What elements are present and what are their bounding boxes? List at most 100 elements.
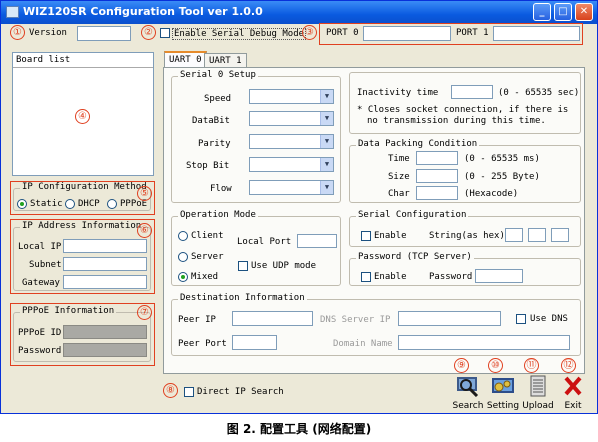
mixed-label: Mixed [191,272,219,282]
password-field[interactable] [475,269,523,283]
peer-port-label: Peer Port [178,339,227,349]
search-label: Search [452,401,484,411]
mixed-radio[interactable] [178,272,188,282]
client-label: Client [191,231,224,241]
marker-9: ⑨ [454,358,469,373]
direct-ip-label: Direct IP Search [197,387,284,397]
hex-field-1[interactable] [505,228,523,242]
local-port-field[interactable] [297,234,337,248]
static-radio[interactable] [17,199,27,209]
inactivity-field[interactable] [451,85,493,99]
use-dns-checkbox[interactable] [516,314,526,324]
speed-select[interactable]: ▼ [249,89,334,104]
static-label: Static [30,199,63,209]
peer-port-field[interactable] [232,335,277,350]
chevron-down-icon: ▼ [320,112,333,125]
maximize-button[interactable]: □ [554,3,572,21]
setting-label: Setting [486,401,520,411]
pppoe-title: PPPoE Information [20,306,117,316]
port1-label: PORT 1 [456,28,489,38]
debug-mode-label: Enable Serial Debug Mode [172,28,307,40]
port1-field[interactable] [493,26,580,41]
hex-field-2[interactable] [528,228,546,242]
server-radio[interactable] [178,252,188,262]
parity-select[interactable]: ▼ [249,134,334,149]
client-radio[interactable] [178,231,188,241]
debug-mode-checkbox[interactable] [160,28,170,38]
databit-select[interactable]: ▼ [249,111,334,126]
udp-checkbox[interactable] [238,261,248,271]
inactivity-range: (0 - 65535 sec) [498,88,580,98]
time-range: (0 - 65535 ms) [464,154,540,164]
tab-uart1[interactable]: UART 1 [204,53,247,68]
gateway-field[interactable] [63,275,147,289]
operation-title: Operation Mode [178,210,258,220]
chevron-down-icon: ▼ [320,135,333,148]
udp-label: Use UDP mode [251,261,317,271]
pppoe-id-field[interactable] [63,325,147,339]
title-bar: WIZ120SR Configuration Tool ver 1.0.0 _ … [1,1,597,24]
packing-title: Data Packing Condition [356,139,480,149]
marker-10: ⑩ [488,358,503,373]
upload-icon [530,375,546,397]
domain-field[interactable] [398,335,570,350]
flow-label: Flow [210,184,232,194]
chevron-down-icon: ▼ [320,158,333,171]
flow-select[interactable]: ▼ [249,180,334,195]
local-port-label: Local Port [237,237,292,247]
setting-button[interactable]: Setting [486,375,520,411]
time-field[interactable] [416,151,458,165]
dhcp-radio[interactable] [65,199,75,209]
port0-field[interactable] [363,26,451,41]
stopbit-select[interactable]: ▼ [249,157,334,172]
size-field[interactable] [416,169,458,183]
pppoe-radio[interactable] [107,199,117,209]
port0-label: PORT 0 [326,28,359,38]
dns-ip-field[interactable] [398,311,501,326]
search-button[interactable]: Search [451,375,485,411]
marker-11: ⑪ [524,358,539,373]
direct-ip-checkbox[interactable] [184,387,194,397]
char-note: (Hexacode) [464,189,519,199]
marker-7: ⑦ [137,305,152,320]
window-title: WIZ120SR Configuration Tool ver 1.0.0 [23,5,263,18]
use-dns-label: Use DNS [530,314,568,324]
serial-setup-title: Serial 0 Setup [178,70,258,80]
subnet-field[interactable] [63,257,147,271]
upload-label: Upload [522,401,554,411]
version-field[interactable] [77,26,131,41]
ip-info-title: IP Address Information [20,221,144,231]
setting-icon [492,378,514,393]
parity-label: Parity [198,139,231,149]
minimize-button[interactable]: _ [533,3,551,21]
databit-label: DataBit [192,116,230,126]
local-ip-label: Local IP [18,242,62,252]
string-hex-label: String(as hex) [429,231,505,241]
pppoe-password-label: Password [18,346,62,356]
local-ip-field[interactable] [63,239,147,253]
serial-config-title: Serial Configuration [356,210,469,220]
inactivity-label: Inactivity time [357,88,439,98]
password-checkbox[interactable] [361,272,371,282]
hex-field-3[interactable] [551,228,569,242]
upload-button[interactable]: Upload [521,375,555,411]
peer-ip-field[interactable] [232,311,313,326]
serial-config-checkbox[interactable] [361,231,371,241]
domain-label: Domain Name [333,339,393,349]
dns-ip-label: DNS Server IP [320,315,391,325]
password-title: Password (TCP Server) [356,252,474,262]
pppoe-id-label: PPPoE ID [18,328,62,338]
size-range: (0 - 255 Byte) [464,172,540,182]
serial-config-enable-label: Enable [374,231,407,241]
pppoe-password-field[interactable] [63,343,147,357]
tab-uart0[interactable]: UART 0 [164,51,207,68]
char-label: Char [388,189,410,199]
peer-ip-label: Peer IP [178,315,216,325]
figure-caption: 图 2. 配置工具 (网络配置) [226,422,372,436]
marker-2: ② [141,25,156,40]
char-field[interactable] [416,186,458,200]
close-button[interactable]: ✕ [575,3,593,21]
exit-button[interactable]: Exit [556,375,590,411]
search-icon [457,377,479,398]
subnet-label: Subnet [29,260,62,270]
